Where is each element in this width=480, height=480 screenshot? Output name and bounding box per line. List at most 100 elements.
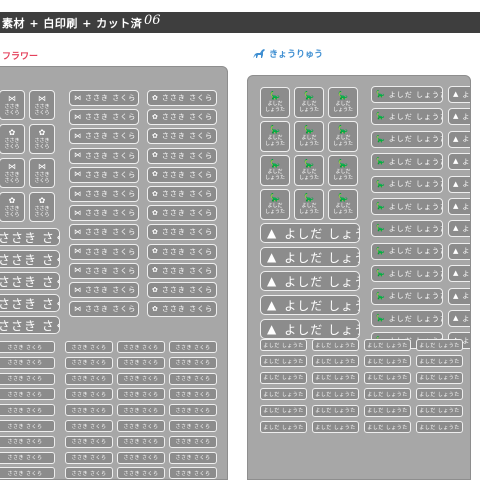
name-text: よしだ しょうた: [462, 90, 471, 99]
name-label: ✿ ささき さくら: [147, 166, 217, 183]
name-text: ささき さくら: [71, 376, 107, 383]
name-text: ささき さくら: [7, 344, 43, 351]
name-text: よしだ しょうた: [263, 375, 304, 382]
name-label: ささき さくら: [0, 435, 55, 448]
name-label: ✿ ささき さくら: [147, 282, 217, 298]
name-text: さくら: [4, 143, 20, 150]
name-label: ✿ ささき さくら: [147, 109, 217, 126]
name-text: よしだ しょうた: [263, 424, 304, 431]
name-text: よしだ しょうた: [367, 391, 408, 398]
flower-icon: ✿: [152, 304, 158, 313]
name-label: よしだ しょうた: [312, 371, 359, 384]
dinosaur-icon: 🦕: [376, 157, 385, 166]
info-banner: 素材 + 白印刷 + カット済 06: [0, 12, 480, 33]
ribbon-icon: ⋈: [74, 93, 81, 102]
name-label: 🦕 よしだ しょうた: [328, 155, 358, 186]
name-label: ▲よしだ しょうた: [260, 223, 360, 243]
name-label: ささき さくら: [65, 404, 113, 417]
name-text: ささき さくら: [0, 252, 59, 267]
name-label: よしだ しょうた: [312, 421, 359, 433]
name-label: 🦕 よしだ しょうた: [260, 155, 290, 186]
name-text: ささき さくら: [123, 407, 159, 414]
name-text: よしだ しょうた: [462, 180, 471, 189]
dinosaur-icon: 🦕: [376, 269, 385, 278]
ribbon-icon: ⋈: [74, 285, 81, 294]
name-text: ささき さくら: [161, 94, 214, 102]
name-label: ▲よしだ しょうた: [448, 130, 471, 148]
name-text: よしだ しょうた: [462, 202, 471, 211]
name-label: ささき さくら: [117, 372, 165, 385]
name-text: よしだ しょうた: [419, 391, 460, 398]
name-label: よしだ しょうた: [416, 404, 463, 417]
name-label: 🦕よしだ しょうた: [371, 220, 443, 238]
stegosaurus-icon: ▲: [453, 314, 459, 322]
name-label: ささき さくら: [0, 467, 55, 479]
name-label: 🦕よしだ しょうた: [371, 310, 443, 327]
name-label: ⋈ ささき さくら: [69, 166, 139, 183]
name-text: ささき さくら: [71, 391, 107, 398]
name-label: ▲よしだ しょうた: [448, 242, 470, 260]
name-text: よしだ しょうた: [388, 135, 443, 144]
name-label: ささき さくら: [169, 372, 217, 385]
name-label: 🦕よしだ しょうた: [371, 86, 443, 103]
name-label: ささき さくら: [117, 420, 165, 432]
name-label: ✿ ささき さくら: [147, 205, 217, 222]
name-label: 🦕 よしだ しょうた: [260, 189, 290, 220]
name-label: ▲よしだ しょうた: [448, 220, 471, 238]
name-text: ささき さくら: [123, 455, 159, 462]
name-text: ささき さくら: [0, 318, 59, 333]
name-label: よしだ しょうた: [416, 388, 463, 401]
name-text: よしだ しょうた: [315, 375, 356, 382]
name-label: ▲よしだ しょうた: [448, 86, 471, 103]
name-text: よしだ しょうた: [388, 180, 443, 189]
name-text: ささき さくら: [161, 151, 214, 160]
name-text: よしだ しょうた: [284, 298, 359, 313]
stegosaurus-icon: ▲: [267, 274, 277, 288]
name-text: ささき さくら: [161, 228, 214, 237]
name-label: 🦕 よしだ しょうた: [260, 87, 290, 118]
name-label: 🦕よしだ しょうた: [371, 108, 443, 126]
ribbon-icon: ⋈: [74, 304, 81, 313]
name-text: ささき さくら: [85, 190, 137, 198]
name-label: ⋈ ささき さくら: [29, 158, 55, 188]
name-label: ✿ ささき さくら: [147, 186, 217, 202]
name-text: よしだ しょうた: [388, 224, 443, 233]
dinosaur-icon: 🦕: [338, 159, 348, 168]
name-label: ✿ ささき さくら: [147, 147, 217, 164]
name-text: ささき さくら: [175, 344, 211, 351]
name-text: よしだ しょうた: [263, 408, 304, 415]
name-label: よしだ しょうた: [364, 388, 411, 401]
name-label: ⋈ ささき さくら: [69, 205, 139, 222]
name-text: よしだ しょうた: [462, 224, 471, 233]
name-label: ささき さくら: [169, 388, 217, 401]
name-text: よしだ しょうた: [462, 135, 471, 144]
name-label: ささき さくら: [169, 435, 217, 448]
dinosaur-icon: 🦕: [376, 291, 385, 300]
name-text: ささき さくら: [0, 230, 59, 245]
name-text: ささき さくら: [85, 170, 137, 179]
name-label: ささき さくら: [117, 341, 165, 353]
flower-icon: ✿: [152, 131, 158, 140]
name-label: 🦕よしだ しょうた: [371, 265, 443, 283]
flower-icon: ✿: [38, 195, 46, 205]
name-label: ささき さくら: [0, 250, 60, 268]
name-text: よしだ しょうた: [367, 358, 408, 365]
name-text: ささき さくら: [85, 132, 137, 141]
name-text: ささき さくら: [161, 209, 214, 218]
name-label: ✿ ささき さくら: [147, 90, 217, 106]
name-label: ▲よしだ しょうた: [260, 247, 360, 267]
name-text: さくら: [34, 177, 50, 184]
name-text: ささき さくら: [175, 470, 211, 477]
name-label: ささき さくら: [0, 356, 55, 369]
name-text: ささき さくら: [175, 455, 211, 462]
name-label: 🦕 よしだ しょうた: [328, 87, 358, 118]
stegosaurus-icon: ▲: [453, 134, 459, 143]
name-text: ささき さくら: [161, 132, 214, 141]
name-text: しょうた: [298, 107, 319, 113]
name-text: ささき さくら: [123, 423, 159, 430]
name-text: しょうた: [298, 209, 319, 215]
name-text: よしだ しょうた: [462, 292, 471, 301]
name-label: ▲よしだ しょうた: [448, 198, 471, 215]
flower-icon: ✿: [152, 285, 158, 294]
name-text: よしだ しょうた: [367, 375, 408, 382]
